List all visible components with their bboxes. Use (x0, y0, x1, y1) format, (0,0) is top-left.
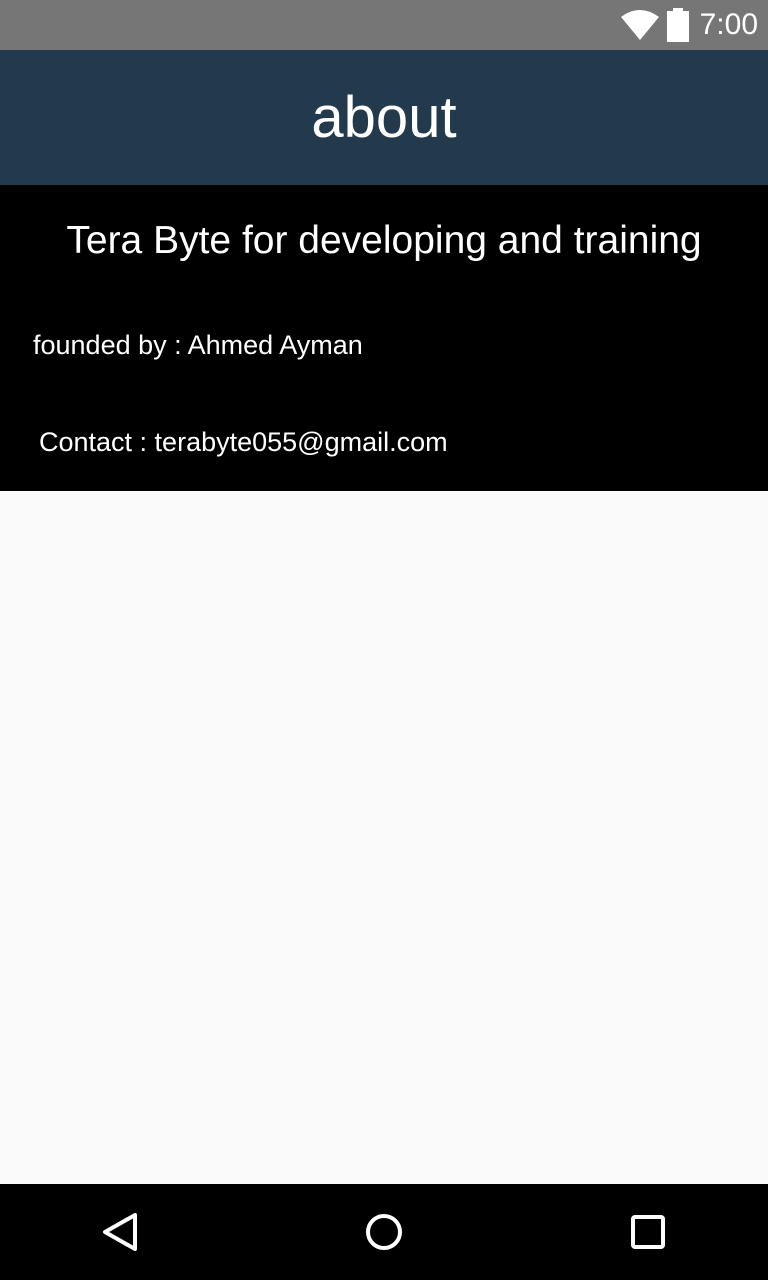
company-name: Tera Byte for developing and training (66, 219, 702, 262)
content-area (0, 491, 768, 1184)
battery-icon (666, 8, 689, 42)
back-icon (103, 1213, 137, 1251)
home-icon (366, 1214, 402, 1250)
status-time: 7:00 (699, 8, 758, 41)
status-icons: 7:00 (620, 0, 758, 50)
founder-text: founded by : Ahmed Ayman (33, 330, 363, 360)
contact-text: Contact : terabyte055@gmail.com (39, 427, 448, 457)
wifi-icon (620, 10, 659, 40)
recents-button[interactable] (588, 1184, 708, 1280)
navigation-bar (0, 1184, 768, 1280)
status-bar: 7:00 (0, 0, 768, 50)
about-panel: Tera Byte for developing and training fo… (0, 185, 768, 491)
home-button[interactable] (324, 1184, 444, 1280)
back-button[interactable] (60, 1184, 180, 1280)
app-bar: about (0, 50, 768, 185)
page-title: about (311, 85, 457, 150)
recents-icon (631, 1215, 665, 1249)
